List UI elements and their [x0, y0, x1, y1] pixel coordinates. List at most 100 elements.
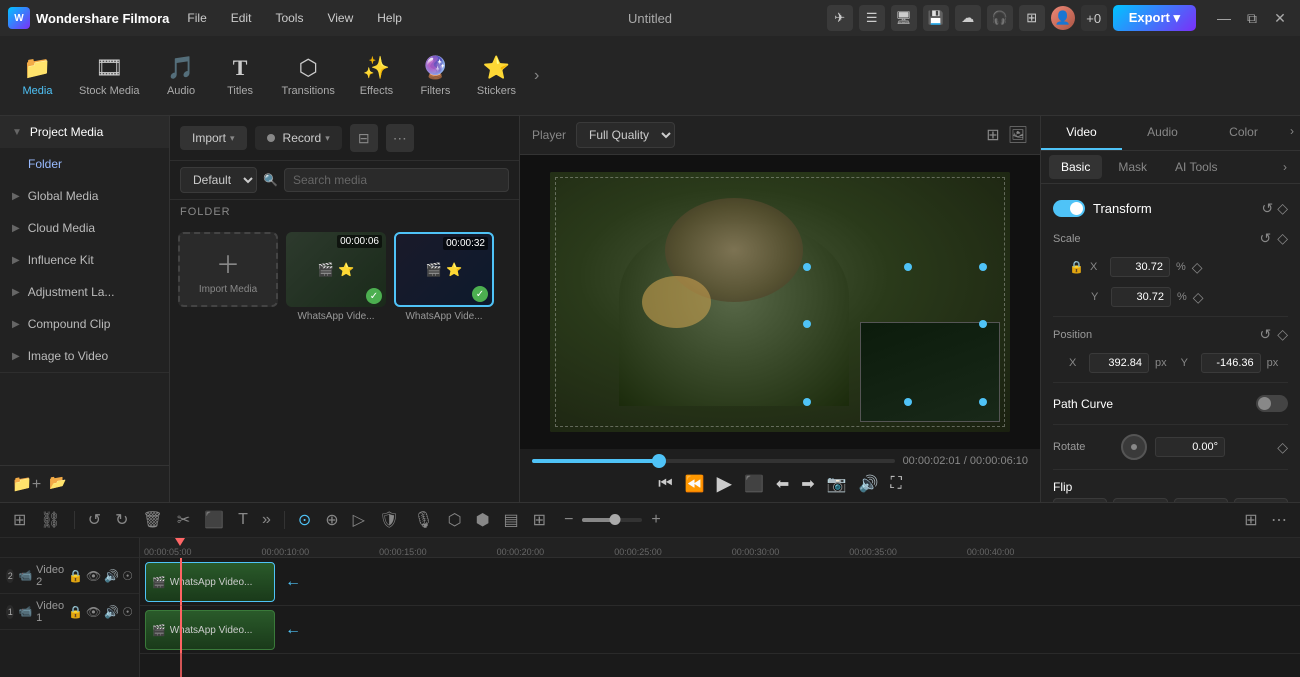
search-input[interactable] — [284, 168, 509, 192]
ripple-delete-button[interactable]: ▷ — [348, 507, 370, 533]
default-select[interactable]: Default — [180, 167, 257, 193]
redo-button[interactable]: ↻ — [110, 507, 133, 533]
pip-handle-tl[interactable] — [803, 263, 811, 271]
snapshot-button[interactable]: 📷 — [827, 474, 847, 494]
step-back-button[interactable]: ⏪ — [685, 474, 705, 494]
toolbar-stickers[interactable]: ⭐ Stickers — [467, 47, 526, 105]
caption-button[interactable]: ▤ — [499, 507, 524, 533]
path-curve-toggle[interactable] — [1256, 395, 1288, 412]
sidebar-item-project-media[interactable]: ▼ Project Media — [0, 116, 169, 148]
volume-button[interactable]: 🔊 — [859, 474, 879, 494]
record-button[interactable]: Record ▾ — [255, 126, 342, 150]
mark-out-button[interactable]: ➡ — [801, 474, 814, 494]
sub-tab-mask[interactable]: Mask — [1106, 155, 1159, 179]
user-icon-btn[interactable]: 👤 — [1051, 6, 1075, 30]
menu-edit[interactable]: Edit — [221, 7, 262, 29]
import-button[interactable]: Import ▾ — [180, 126, 247, 150]
position-reset-icon[interactable]: ↺ — [1259, 326, 1271, 343]
scale-keyframe-icon[interactable]: ◇ — [1277, 230, 1288, 247]
magnetic-snap-button[interactable]: ⊙ — [293, 507, 316, 533]
tab-color[interactable]: Color — [1203, 116, 1284, 150]
send-icon-btn[interactable]: ✈ — [827, 5, 853, 31]
solo-track-2-icon[interactable]: ☉ — [122, 569, 133, 583]
minimize-button[interactable]: — — [1212, 6, 1236, 30]
grid-icon-btn[interactable]: ⊞ — [1019, 5, 1045, 31]
toolbar-audio[interactable]: 🎵 Audio — [154, 47, 209, 105]
lock-icon[interactable]: 🔒 — [1069, 260, 1084, 274]
sidebar-item-influence-kit[interactable]: ▶ Influence Kit — [0, 244, 169, 276]
filter-icon-btn[interactable]: ⊟ — [350, 124, 378, 152]
sub-tab-more-arrow[interactable]: › — [1278, 155, 1292, 179]
hide-track-2-icon[interactable]: 👁 — [86, 569, 101, 583]
rotate-dial[interactable] — [1121, 434, 1147, 460]
save-icon-btn[interactable]: 💾 — [923, 5, 949, 31]
position-x-input[interactable] — [1089, 353, 1149, 373]
tl-zoom-track[interactable] — [582, 518, 642, 522]
zoom-in-button[interactable]: + — [646, 508, 665, 532]
toolbar-transitions[interactable]: ⬡ Transitions — [272, 47, 345, 105]
clip-video1[interactable]: 🎬 WhatsApp Video... — [145, 610, 275, 650]
insert-button[interactable]: ⊞ — [528, 507, 551, 533]
undo-button[interactable]: ↺ — [83, 507, 106, 533]
export-button[interactable]: Video Export ▾ — [1113, 5, 1196, 31]
toolbar-stock-media[interactable]: 🎞 Stock Media — [69, 47, 150, 105]
grid-view-icon[interactable]: ⊞ — [986, 125, 999, 145]
add-marker-button[interactable]: ⊕ — [320, 507, 343, 533]
scale-x-input[interactable] — [1110, 257, 1170, 277]
tab-audio[interactable]: Audio — [1122, 116, 1203, 150]
timeline-add-track-icon[interactable]: ⊞ — [8, 507, 31, 533]
audio-track-1-icon[interactable]: 🔊 — [104, 605, 119, 619]
crop-button[interactable]: ⬛ — [199, 507, 229, 533]
cloud-icon-btn[interactable]: ☁ — [955, 5, 981, 31]
audio-duck-button[interactable]: ⬢ — [471, 507, 495, 533]
position-keyframe-icon[interactable]: ◇ — [1277, 326, 1288, 343]
pip-handle-br[interactable] — [979, 398, 987, 406]
sidebar-item-folder[interactable]: Folder — [0, 148, 169, 180]
rewind-button[interactable]: ⏮ — [658, 475, 672, 493]
menu-help[interactable]: Help — [367, 7, 412, 29]
text-button[interactable]: T — [233, 508, 253, 532]
more-icon-btn[interactable]: ⋯ — [386, 124, 414, 152]
clip-video2[interactable]: 🎬 WhatsApp Video... — [145, 562, 275, 602]
play-button[interactable]: ▶ — [717, 471, 732, 496]
toolbar-filters[interactable]: 🔮 Filters — [408, 47, 463, 105]
toolbar-titles[interactable]: T Titles — [213, 47, 268, 105]
sidebar-item-compound-clip[interactable]: ▶ Compound Clip — [0, 308, 169, 340]
menu-view[interactable]: View — [317, 7, 363, 29]
pip-handle-tr[interactable] — [979, 263, 987, 271]
sub-tab-basic[interactable]: Basic — [1049, 155, 1102, 179]
sidebar-item-cloud-media[interactable]: ▶ Cloud Media — [0, 212, 169, 244]
tl-zoom-knob[interactable] — [610, 514, 621, 525]
tab-video[interactable]: Video — [1041, 116, 1122, 150]
scale-y-input[interactable] — [1111, 287, 1171, 307]
import-media-thumb[interactable]: ＋ Import Media — [178, 232, 278, 307]
mark-in-button[interactable]: ⬅ — [776, 474, 789, 494]
transform-reset-icon[interactable]: ↺ — [1261, 200, 1273, 217]
split-audio-button[interactable]: ⬡ — [443, 507, 467, 533]
scale-reset-icon[interactable]: ↺ — [1259, 230, 1271, 247]
monitor-icon-btn[interactable]: 🖥 — [891, 5, 917, 31]
transform-toggle[interactable] — [1053, 200, 1085, 217]
rotate-input[interactable] — [1155, 437, 1225, 457]
scale-y-diamond[interactable]: ◇ — [1193, 289, 1204, 306]
audio-track-2-icon[interactable]: 🔊 — [104, 569, 119, 583]
menu-tools[interactable]: Tools — [265, 7, 313, 29]
scale-x-diamond[interactable]: ◇ — [1192, 259, 1203, 276]
shield-button[interactable]: 🛡 — [374, 507, 404, 533]
progress-bar-track[interactable] — [532, 459, 895, 463]
maximize-button[interactable]: ⧉ — [1240, 6, 1264, 30]
media-thumb-2[interactable]: 🎬 ⭐ 00:00:32 ✓ — [394, 232, 494, 307]
photo-icon[interactable]: 🖼 — [1008, 125, 1028, 145]
rotate-diamond[interactable]: ◇ — [1277, 439, 1288, 456]
pip-video[interactable] — [860, 322, 1000, 422]
bookmark-icon-btn[interactable]: ☰ — [859, 5, 885, 31]
more-tools-icon[interactable]: » — [257, 508, 276, 532]
folder-add-icon[interactable]: 📁+ — [12, 474, 41, 494]
pip-handle-bl[interactable] — [803, 398, 811, 406]
lock-track-2-icon[interactable]: 🔒 — [68, 569, 83, 583]
toolbar-more-arrow[interactable]: › — [534, 67, 539, 85]
solo-track-1-icon[interactable]: ☉ — [122, 605, 133, 619]
sidebar-item-global-media[interactable]: ▶ Global Media — [0, 180, 169, 212]
toolbar-media[interactable]: 📁 Media — [10, 47, 65, 105]
zoom-out-button[interactable]: − — [559, 508, 578, 532]
